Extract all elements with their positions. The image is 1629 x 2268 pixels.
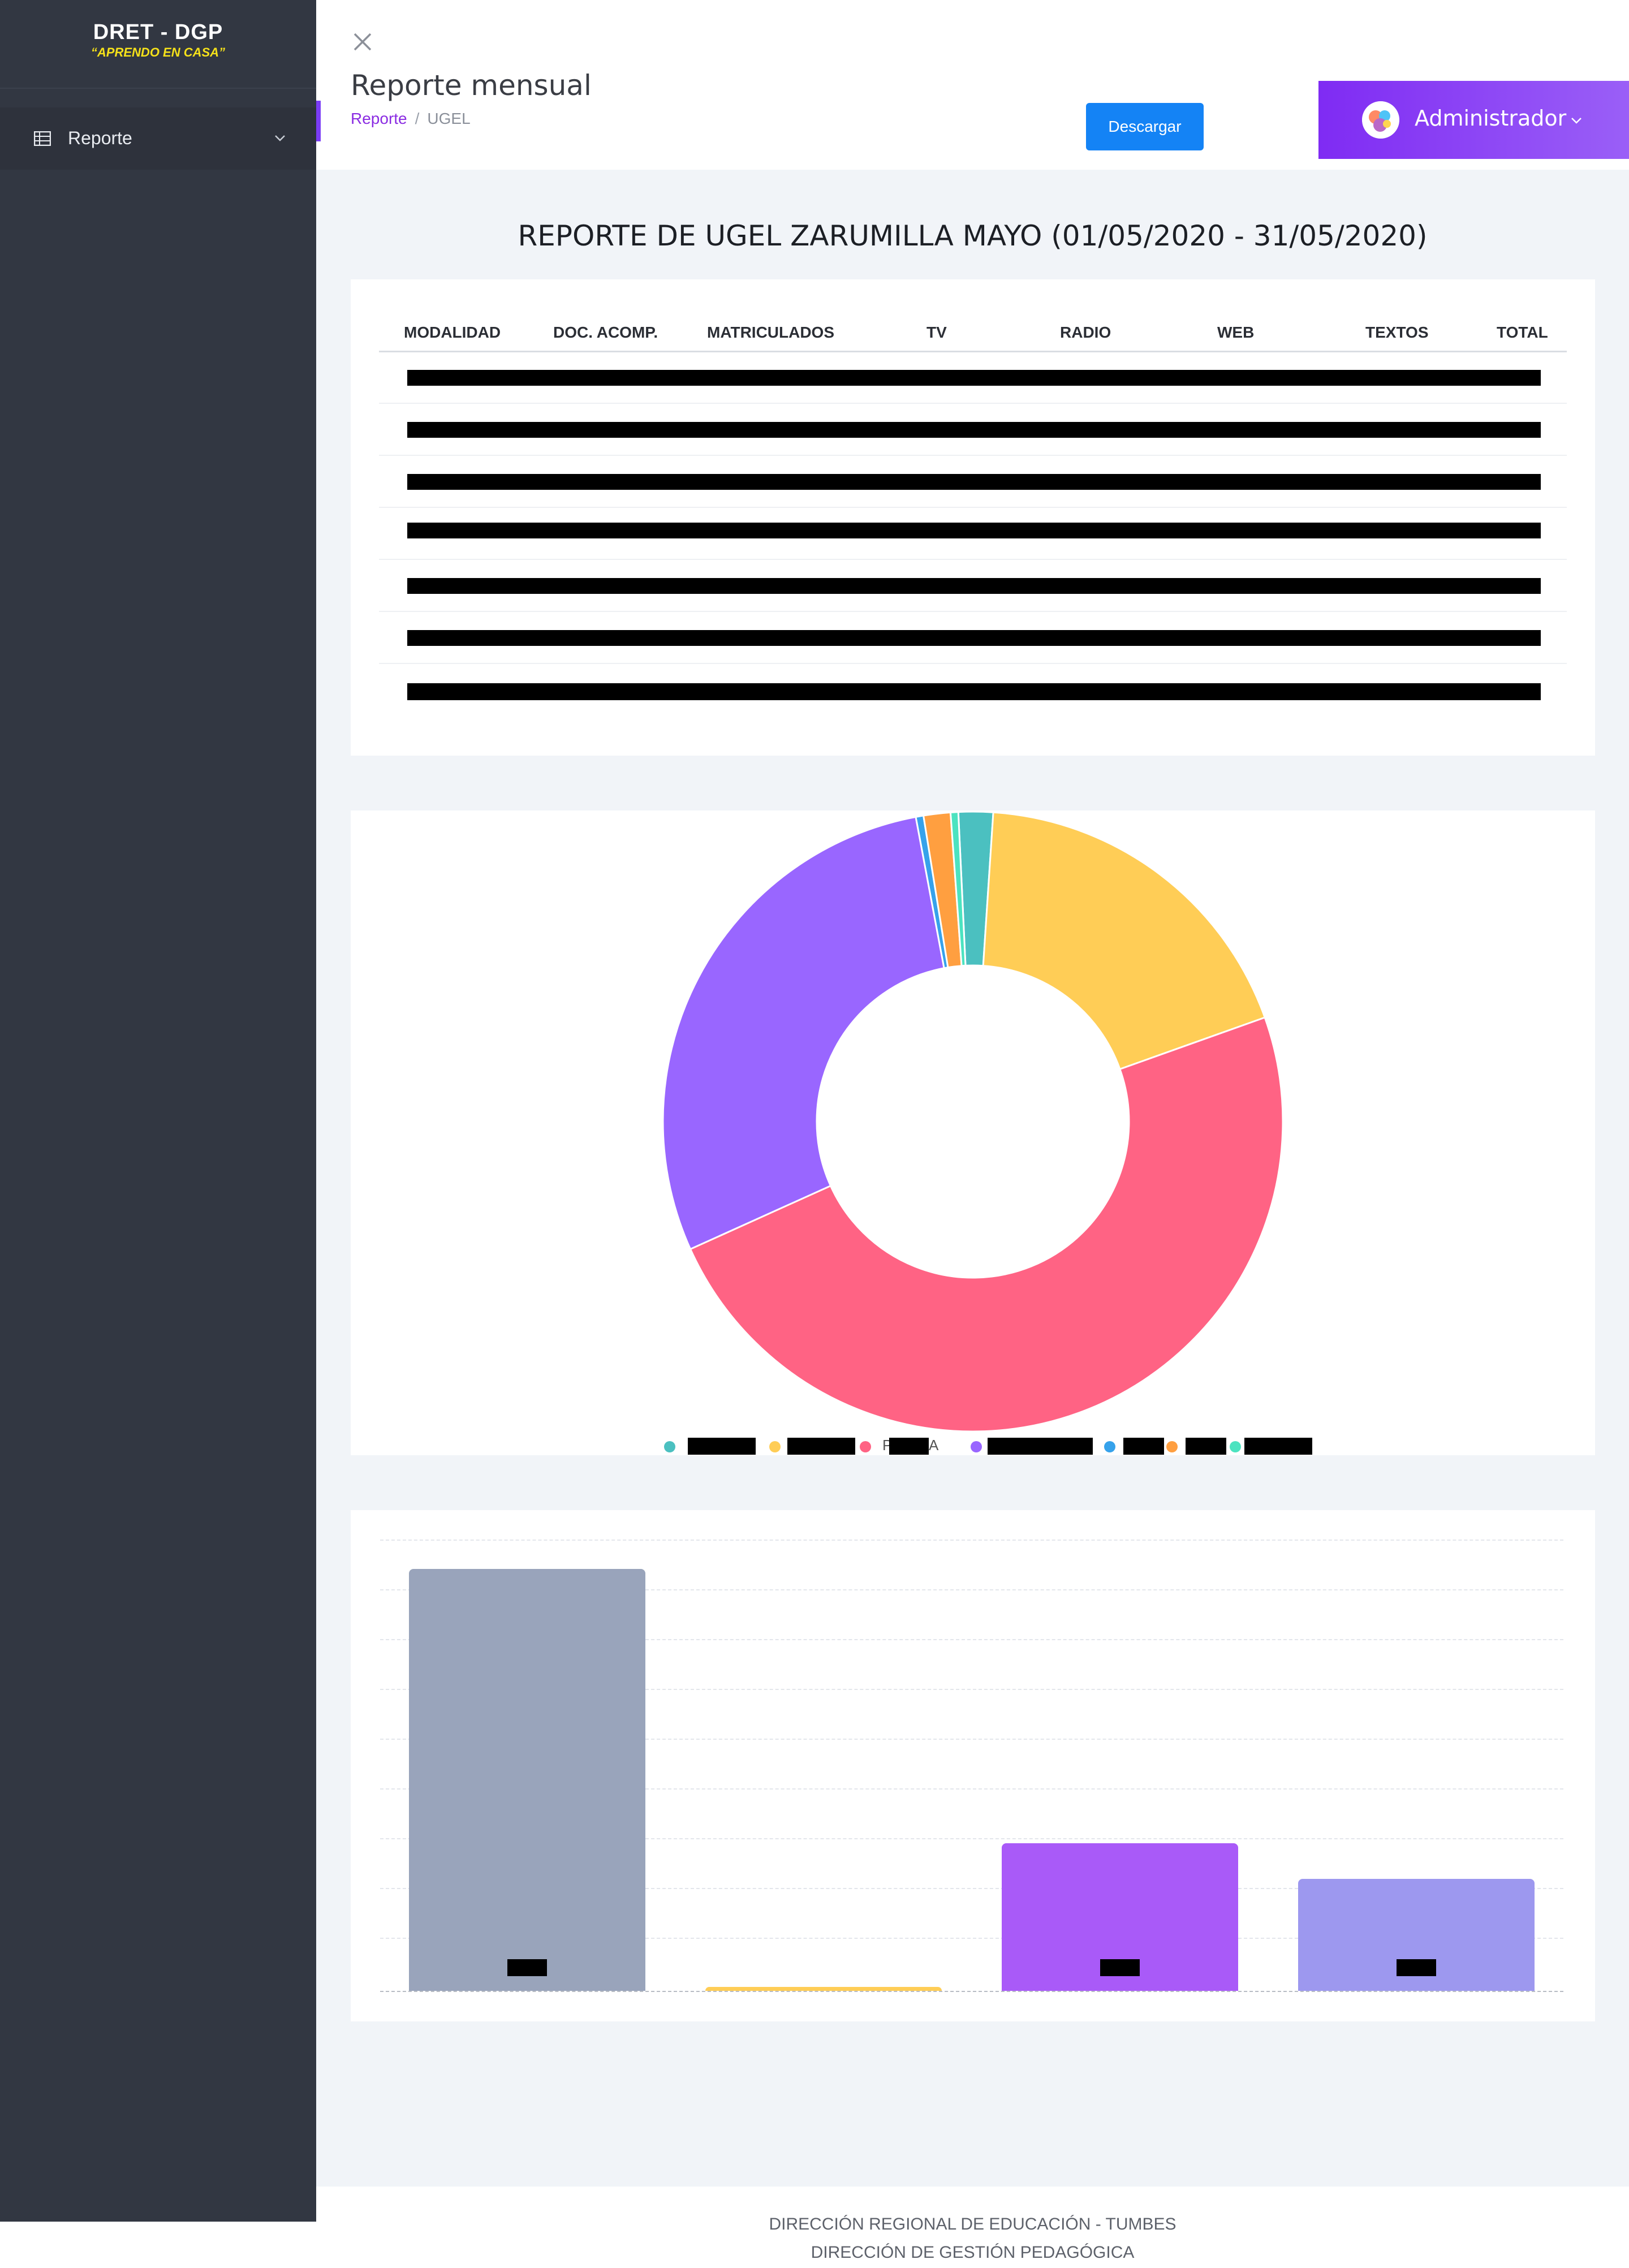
redacted-row	[407, 523, 1541, 538]
bar-value-label-redacted	[1397, 1959, 1436, 1976]
table-row	[379, 611, 1567, 664]
redacted-row	[407, 683, 1541, 700]
redacted-row	[407, 370, 1541, 386]
legend-dot	[1104, 1441, 1115, 1452]
redacted-row	[407, 578, 1541, 594]
table-row	[379, 455, 1567, 508]
legend-dot	[860, 1441, 871, 1452]
column-header: WEB	[1217, 324, 1255, 341]
page-title: Reporte mensual	[351, 69, 592, 102]
donut-slice[interactable]	[662, 816, 945, 1251]
top-bar	[316, 0, 1629, 70]
bar[interactable]	[409, 1569, 645, 1991]
sidebar-item-reporte[interactable]: Reporte	[0, 107, 316, 170]
table-row	[379, 663, 1567, 715]
column-header: RADIO	[1060, 324, 1111, 341]
legend-label-redacted	[1123, 1438, 1164, 1455]
legend-label-redacted	[1186, 1438, 1226, 1455]
column-header: DOC. ACOMP.	[553, 324, 658, 341]
donut-slice[interactable]	[982, 811, 1266, 1071]
bar[interactable]	[705, 1986, 942, 1991]
bar-chart-card	[351, 1510, 1595, 2021]
footer-line-2: DIRECCIÓN DE GESTIÓN PEDAGÓGICA	[811, 2243, 1135, 2262]
column-header: MODALIDAD	[404, 324, 501, 341]
table-row	[379, 507, 1567, 560]
legend-label-redacted	[988, 1438, 1093, 1455]
breadcrumb-link-reporte[interactable]: Reporte	[351, 110, 407, 127]
close-icon[interactable]	[351, 31, 374, 53]
donut-chart	[662, 810, 1284, 1433]
table-row	[379, 351, 1567, 404]
redacted-row	[407, 630, 1541, 646]
breadcrumb-current: UGEL	[427, 110, 471, 127]
table-row	[379, 559, 1567, 612]
bar-value-label-redacted	[1100, 1959, 1140, 1976]
brand-subtitle: “APRENDO EN CASA”	[90, 45, 226, 59]
table-icon	[34, 131, 51, 146]
download-button[interactable]: Descargar	[1086, 103, 1204, 150]
active-indicator	[316, 101, 321, 141]
chevron-down-icon	[275, 135, 285, 141]
report-title: REPORTE DE UGEL ZARUMILLA MAYO (01/05/20…	[518, 219, 1428, 252]
redacted-row	[407, 422, 1541, 438]
footer: DIRECCIÓN REGIONAL DE EDUCACIÓN - TUMBES…	[316, 2187, 1629, 2268]
legend-label-redacted	[688, 1438, 756, 1455]
legend-label-redacted	[787, 1438, 855, 1455]
report-table-card: MODALIDAD DOC. ACOMP. MATRICULADOS TV RA…	[351, 279, 1595, 756]
legend-label-redacted	[1244, 1438, 1312, 1455]
brand-title: DRET - DGP	[93, 20, 223, 44]
user-name: Administrador	[1415, 106, 1567, 131]
column-header: TV	[926, 324, 947, 341]
donut-chart-card: P A	[351, 810, 1595, 1455]
sidebar: DRET - DGP “APRENDO EN CASA” Reporte	[0, 0, 316, 2222]
column-header: MATRICULADOS	[707, 324, 835, 341]
legend-dot	[664, 1441, 675, 1452]
table-row	[379, 403, 1567, 456]
legend-dot	[1166, 1441, 1178, 1452]
sidebar-item-label: Reporte	[68, 128, 132, 148]
chart-legend: P A	[351, 1435, 1595, 1458]
column-header: TEXTOS	[1365, 324, 1429, 341]
legend-dot	[971, 1441, 982, 1452]
breadcrumb: Reporte / UGEL	[351, 110, 471, 128]
grid-line	[380, 1540, 1563, 1541]
avatar	[1362, 101, 1399, 139]
brand-logo[interactable]: DRET - DGP “APRENDO EN CASA”	[0, 0, 316, 89]
chevron-down-icon	[1571, 118, 1581, 124]
redacted-row	[407, 474, 1541, 490]
breadcrumb-separator: /	[415, 110, 420, 127]
bar-value-label-redacted	[507, 1959, 547, 1976]
legend-label-fragment: A	[929, 1437, 939, 1454]
footer-line-1: DIRECCIÓN REGIONAL DE EDUCACIÓN - TUMBES	[769, 2215, 1176, 2233]
legend-dot	[1230, 1441, 1241, 1452]
user-menu[interactable]: Administrador	[1318, 81, 1629, 159]
x-axis	[380, 1991, 1563, 1992]
table-header: MODALIDAD DOC. ACOMP. MATRICULADOS TV RA…	[379, 313, 1567, 352]
legend-dot	[769, 1441, 781, 1452]
column-header: TOTAL	[1497, 324, 1548, 341]
legend-label-redacted	[889, 1438, 929, 1455]
